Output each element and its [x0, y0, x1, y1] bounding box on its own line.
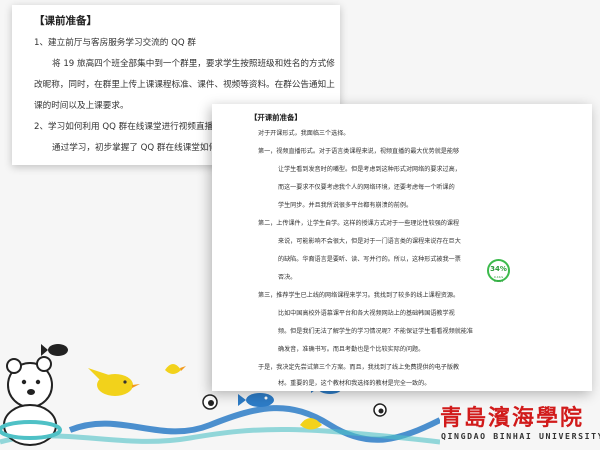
- doc2-line: 第一，视频直播形式。对于语言类课程来说，视频直播的最大优势就是能够: [258, 148, 460, 155]
- doc1-line: 通过学习，初步掌握了 QQ 群在线课堂如何进: [52, 143, 226, 153]
- yellow-bird-icon: [88, 368, 140, 396]
- badge-speed-label: 0.1K/s 0.0K/s: [493, 275, 504, 283]
- doc2-line: 的缺陷。华裔语言是要听、读、写并行的。所以，这种形式被我一票: [278, 256, 461, 263]
- doc2-line: 频。但是我们无法了解学生的学习情况呢？不能保证学生看看视频就能准: [278, 328, 473, 335]
- doc2-heading: 【开课前准备】: [250, 113, 302, 122]
- doc1-heading: 【课前准备】: [34, 15, 97, 27]
- logo-chinese-name: 青島濱海學院: [440, 405, 585, 431]
- doc2-line: 对于开课形式，我面临三个选择。: [258, 130, 350, 137]
- doc2-line: 让学生看到发音时的嘴型。但是考虑到这种形式对网络的要求过高，: [278, 166, 461, 173]
- doc1-line: 改昵称，同时，在群里上传上课课程标准、课件、视频等资料。在群公告通知上: [34, 80, 335, 90]
- doc2-line: 确发音，准确书写。而且考勤也是个比较实际的问题。: [278, 346, 425, 353]
- fish-icon: [41, 344, 68, 356]
- blue-fish-icon: [238, 393, 274, 407]
- network-speed-badge[interactable]: 34% 0.1K/s 0.0K/s: [487, 259, 510, 283]
- doc2-line: 比如中国高校外语慕课平台和各大视频网站上的基础韩国语教学视: [278, 310, 455, 317]
- doc2-line: 第二，上传课件，让学生自学。这样的授课方式对于一些理论性较强的课程: [258, 220, 460, 227]
- white-bear-icon: [0, 356, 62, 446]
- doc2-line: 而这一要求不仅要考虑我个人的网络环境，还要考虑每一个听课的: [278, 184, 455, 191]
- yellow-bird-icon-2: [165, 364, 186, 374]
- document-snippet-pre-class-preparation: 【开课前准备】 对于开课形式，我面临三个选择。 第一，视频直播形式。对于语言类课…: [212, 104, 592, 391]
- doc2-line: 第三，推荐学生已上线的网络课程来学习。我找到了较多的线上课程资源。: [258, 292, 460, 299]
- doc1-line: 2、学习如何利用 QQ 群在线课堂进行视频直播: [34, 122, 214, 132]
- logo-english-name: QINGDAO BINHAI UNIVERSITY: [441, 431, 600, 441]
- doc1-line: 课的时间以及上课要求。: [34, 101, 129, 111]
- doc2-line: 材。重要的是，这个教材和我选择的教材是完全一致的。: [278, 380, 431, 387]
- doc2-line: 否决。: [278, 274, 297, 281]
- doc1-line: 1、建立前厅与客房服务学习交流的 QQ 群: [34, 38, 196, 48]
- doc2-line: 来说，可能影响不会很大，但是对于一门语言类的课程来说存在巨大: [278, 238, 461, 245]
- university-logo: 青島濱海學院 QINGDAO BINHAI UNIVERSITY: [440, 400, 600, 446]
- doc1-line: 将 19 旅高四个班全部集中到一个群里，要求学生按照班级和姓名的方式修: [52, 59, 335, 69]
- doc2-line: 学生同步。并且我所说很多平台都有崩溃的前例。: [278, 202, 413, 209]
- doc2-line: 于是，我决定先尝试第三个方案。而且，我找到了线上免费提供的电子版教: [258, 364, 460, 371]
- badge-percent: 34%: [490, 265, 507, 273]
